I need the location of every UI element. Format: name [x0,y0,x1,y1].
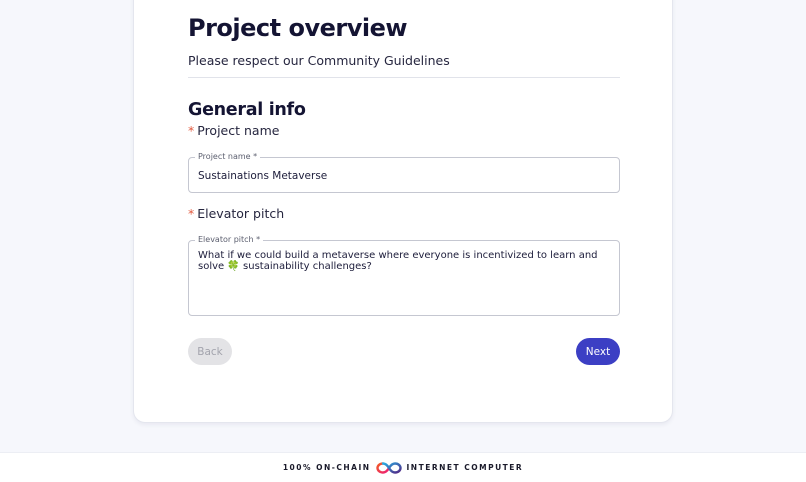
elevator-pitch-legend: Elevator pitch * [195,235,264,245]
four-leaf-clover-icon: 🍀 [227,261,240,272]
elevator-pitch-label: * Elevator pitch [188,206,284,221]
footer: 100% ON-CHAIN INTERNET COMPUTER [0,452,806,482]
project-name-value: Sustainations Metaverse [198,170,328,182]
project-name-label: * Project name [188,123,279,138]
page-subtitle: Please respect our Community Guidelines [188,53,450,68]
elevator-pitch-text-cont: sustainability challenges? [243,261,372,272]
form-card: Project overview Please respect our Comm… [133,0,673,423]
required-mark: * [188,206,195,221]
required-mark: * [188,123,195,138]
footer-left-text: 100% ON-CHAIN [282,463,371,472]
elevator-pitch-value: What if we could build a metaverse where… [198,250,608,272]
section-title: General info [188,100,306,120]
elevator-pitch-label-text: Elevator pitch [197,206,285,221]
infinity-logo-icon [375,461,402,474]
project-name-input[interactable]: Project name * Sustainations Metaverse [188,152,620,193]
next-button[interactable]: Next [576,338,620,365]
elevator-pitch-textarea[interactable]: Elevator pitch * What if we could build … [188,235,620,316]
back-button[interactable]: Back [188,338,232,365]
footer-brand: 100% ON-CHAIN INTERNET COMPUTER [283,461,523,475]
page-title: Project overview [188,14,408,42]
project-name-label-text: Project name [197,123,280,138]
divider [188,77,620,78]
project-name-legend: Project name * [195,152,261,162]
footer-right-text: INTERNET COMPUTER [406,463,524,472]
